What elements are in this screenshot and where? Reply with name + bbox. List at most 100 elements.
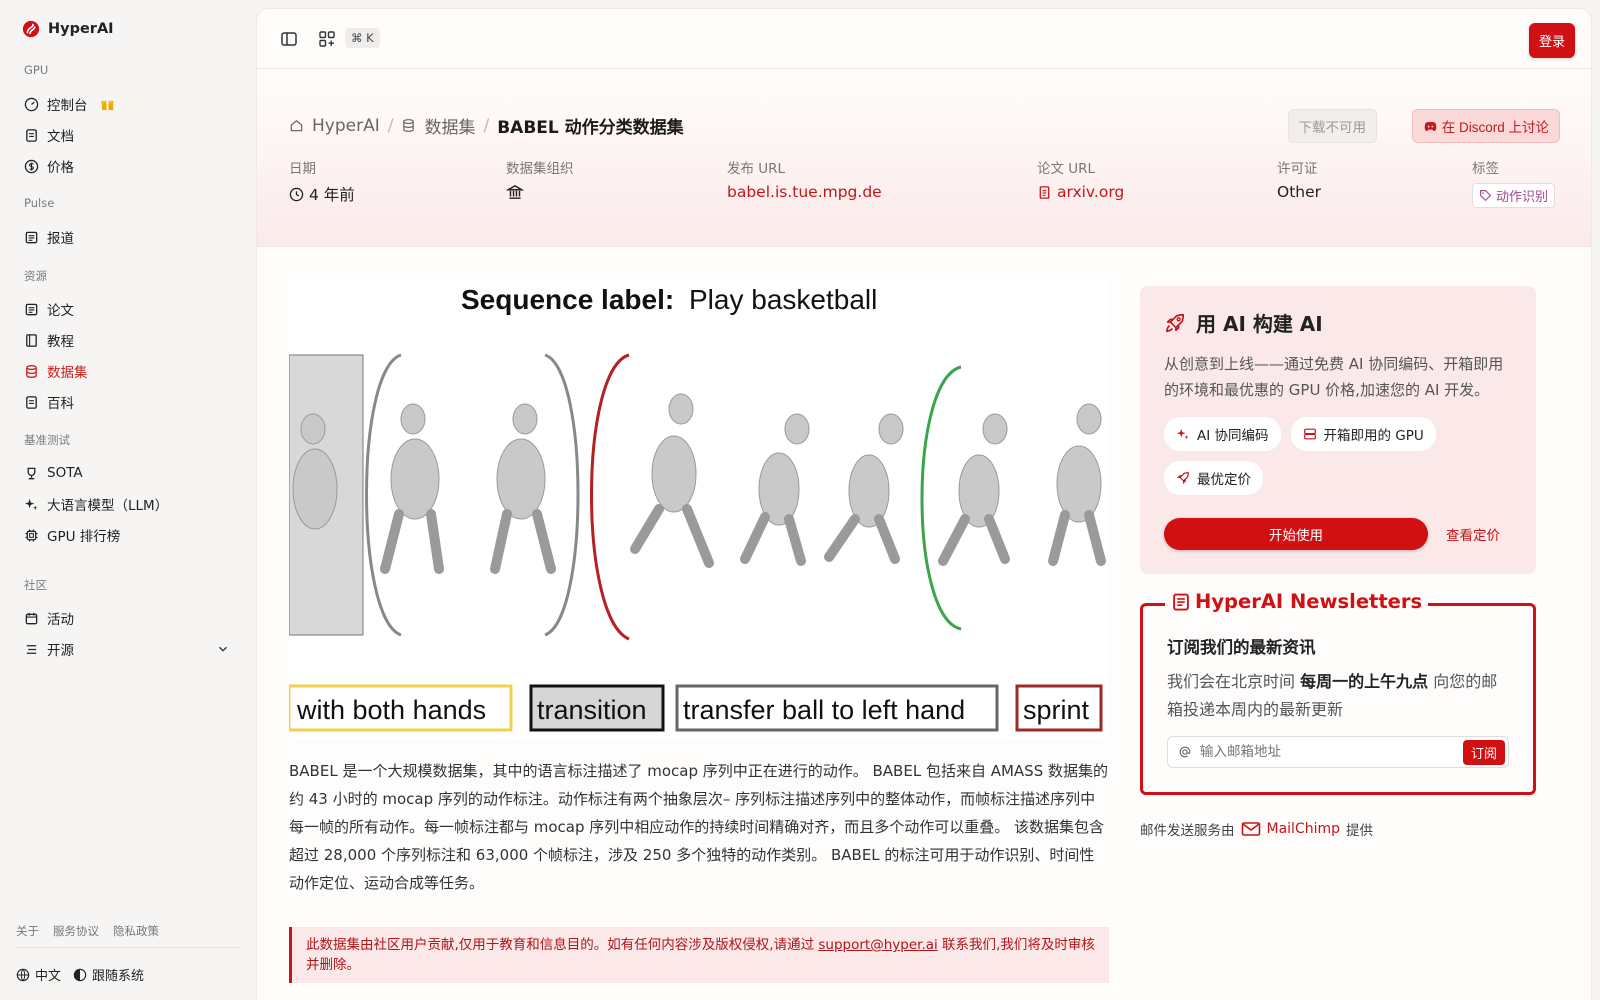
mail-provider-note: 邮件发送服务由 MailChimp 提供 [1140,819,1373,839]
notice-text: 此数据集由社区用户贡献,仅用于教育和信息目的。如有任何内容涉及版权侵权,请通过 [306,937,819,953]
breadcrumb-current: BABEL 动作分类数据集 [497,118,684,138]
newsletter-heading: 订阅我们的最新资讯 [1167,638,1316,657]
sidebar-item-docs[interactable]: 文档 [16,121,240,149]
view-pricing-link[interactable]: 查看定价 [1446,524,1500,544]
email-input[interactable] [1200,744,1450,760]
tag-label: 动作识别 [1496,190,1549,205]
chip-label: AI 协同编码 [1197,428,1269,444]
sidebar-item-label: GPU 排行榜 [47,529,121,545]
frame-label: sprint [1023,695,1090,725]
sidebar-item-datasets[interactable]: 数据集 [16,357,240,385]
section-gpu: GPU [24,63,49,77]
meta-paper-url: 论文 URL arxiv.org [1037,157,1124,201]
feature-chip: 最优定价 [1164,461,1263,495]
footer-link-about[interactable]: 关于 [16,923,39,939]
sidebar-toggle-icon[interactable] [279,29,299,49]
paper-icon [1039,185,1050,199]
ai-promo-card: 用 AI 构建 AI 从创意到上线——通过免费 AI 协同编码、开箱即用的环境和… [1140,286,1536,574]
mailchimp-link[interactable]: MailChimp [1241,821,1341,837]
brand[interactable]: HyperAI [22,20,114,38]
download-button[interactable]: 下载不可用 [1287,109,1377,143]
sidebar-item-papers[interactable]: 论文 [16,295,240,323]
sidebar-item-gpu-leaderboard[interactable]: GPU 排行榜 [16,521,240,549]
chevron-down-icon[interactable] [216,642,230,656]
command-shortcut[interactable]: ⌘ K [345,28,380,48]
discord-icon [1424,121,1437,131]
sidebar-item-sota[interactable]: SOTA [16,459,240,487]
support-email-link[interactable]: support@hyper.ai [818,937,937,953]
brand-name: HyperAI [48,21,114,37]
breadcrumb-home[interactable]: HyperAI [312,116,380,136]
sidebar-item-wiki[interactable]: 百科 [16,388,240,416]
discord-button[interactable]: 在 Discord 上讨论 [1411,109,1560,143]
sidebar-item-events[interactable]: 活动 [16,604,240,632]
meta-label: 发布 URL [727,161,786,177]
section-pulse: Pulse [24,196,55,210]
breadcrumb-datasets[interactable]: 数据集 [424,113,475,138]
clock-icon [289,187,304,201]
calendar-icon [25,612,38,624]
divider [16,947,240,948]
paper-url-text: arxiv.org [1057,183,1125,201]
dataset-description: BABEL 是一个大规模数据集，其中的语言标注描述了 mocap 序列中正在进行… [289,762,1108,892]
tag-chip[interactable]: 动作识别 [1472,183,1556,208]
meta-label: 日期 [289,161,316,177]
get-started-button[interactable]: 开始使用 [1164,518,1428,550]
footer-links: 关于 服务协议 隐私政策 [16,923,159,939]
sparkles-icon [24,498,38,510]
sidebar-item-label: 活动 [47,612,74,628]
sidebar-item-tutorials[interactable]: 教程 [16,326,240,354]
sidebar: HyperAI GPU 控制台 文档 价格 Pulse 报道 资源 论文 教程 … [0,0,256,1000]
dataset-header: HyperAI / 数据集 / BABEL 动作分类数据集 下载不可用 在 Di… [257,69,1591,247]
meta-release-url: 发布 URL babel.is.tue.mpg.de [727,157,882,201]
sidebar-item-label: SOTA [47,465,83,481]
release-url-link[interactable]: babel.is.tue.mpg.de [727,183,882,201]
frame-label: with both hands [296,695,486,725]
login-button[interactable]: 登录 [1528,23,1575,58]
book-icon [26,333,37,347]
subscribe-button[interactable]: 订阅 [1462,740,1505,765]
paper-url-link[interactable]: arxiv.org [1037,183,1124,201]
newsletter-card: HyperAI Newsletters 订阅我们的最新资讯 我们会在北京时间 每… [1140,590,1536,795]
meta-organization: 数据集组织 [506,157,574,201]
meta-license: 许可证 Other [1277,157,1321,201]
gauge-icon [24,97,39,111]
globe-icon [16,968,30,981]
meta-label: 论文 URL [1037,161,1096,177]
sidebar-item-label: 数据集 [47,365,88,381]
newsletter-title: HyperAI Newsletters [1165,590,1429,613]
sidebar-item-console[interactable]: 控制台 [16,90,240,118]
language-switcher[interactable]: 中文 [16,965,61,984]
sidebar-item-llm[interactable]: 大语言模型（LLM） [16,490,240,518]
sidebar-item-opensource[interactable]: 开源 [16,635,240,663]
sidebar-item-label: 论文 [47,303,74,319]
theme-switcher[interactable]: 跟随系统 [73,965,144,984]
document-icon [26,128,37,142]
frame-label: transition [537,695,647,725]
meta-label: 许可证 [1277,161,1318,177]
newsletter-description: 我们会在北京时间 每周一的上午九点 向您的邮箱投递本周内的最新更新 [1167,668,1513,724]
sidebar-item-label: 教程 [47,334,74,350]
section-resources: 资源 [24,269,47,283]
sidebar-item-label: 价格 [47,160,74,176]
chip-label: 开箱即用的 GPU [1323,428,1424,444]
theme-label: 跟随系统 [92,969,145,984]
feature-chips: AI 协同编码 开箱即用的 GPU 最优定价 [1164,417,1512,495]
date-value: 4 年前 [309,186,355,204]
database-icon [26,364,37,378]
sidebar-item-pricing[interactable]: 价格 [16,152,240,180]
server-icon [1303,428,1316,440]
mailchimp-label: MailChimp [1266,821,1341,837]
footer-link-privacy[interactable]: 隐私政策 [113,923,159,939]
section-benchmarks: 基准测试 [24,433,70,447]
ai-card-subtitle: 从创意到上线——通过免费 AI 协同编码、开箱即用的环境和最优惠的 GPU 价格… [1164,355,1504,399]
sidebar-item-news[interactable]: 报道 [16,223,240,251]
meta-value: 4 年前 [289,183,355,205]
copyright-notice: 此数据集由社区用户贡献,仅用于教育和信息目的。如有任何内容涉及版权侵权,请通过 … [289,927,1109,983]
footer-link-terms[interactable]: 服务协议 [53,923,99,939]
license-value: Other [1277,183,1322,201]
gift-icon [100,100,114,110]
newspaper-icon [25,303,38,315]
apps-grid-icon[interactable] [317,29,337,49]
newspaper-icon [1173,593,1189,610]
